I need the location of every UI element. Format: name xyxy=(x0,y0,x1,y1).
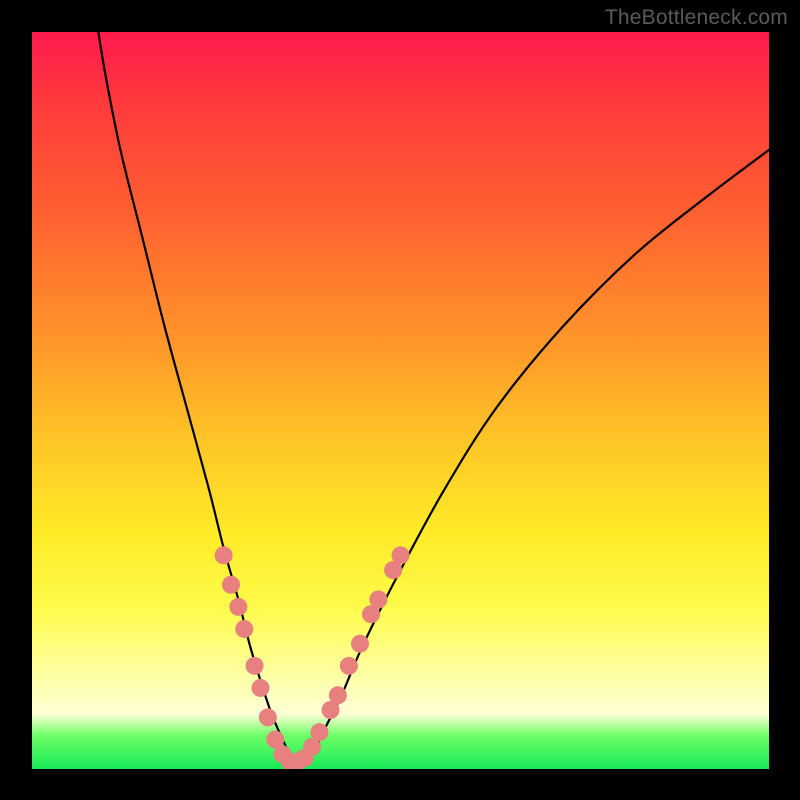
curve-marker xyxy=(215,546,233,564)
curve-marker xyxy=(251,679,269,697)
curve-marker xyxy=(310,723,328,741)
curve-marker xyxy=(351,635,369,653)
curve-marker xyxy=(329,686,347,704)
curve-marker xyxy=(229,598,247,616)
chart-container: TheBottleneck.com xyxy=(0,0,800,800)
curve-marker xyxy=(392,546,410,564)
curve-marker xyxy=(235,620,253,638)
curve-marker xyxy=(340,657,358,675)
watermark-text: TheBottleneck.com xyxy=(605,6,788,30)
curve-marker xyxy=(259,708,277,726)
curve-markers xyxy=(215,546,410,769)
curve-marker xyxy=(246,657,264,675)
bottleneck-curve xyxy=(98,32,769,762)
curve-marker xyxy=(222,576,240,594)
curve-marker xyxy=(369,590,387,608)
plot-area xyxy=(32,32,769,769)
curve-svg xyxy=(32,32,769,769)
